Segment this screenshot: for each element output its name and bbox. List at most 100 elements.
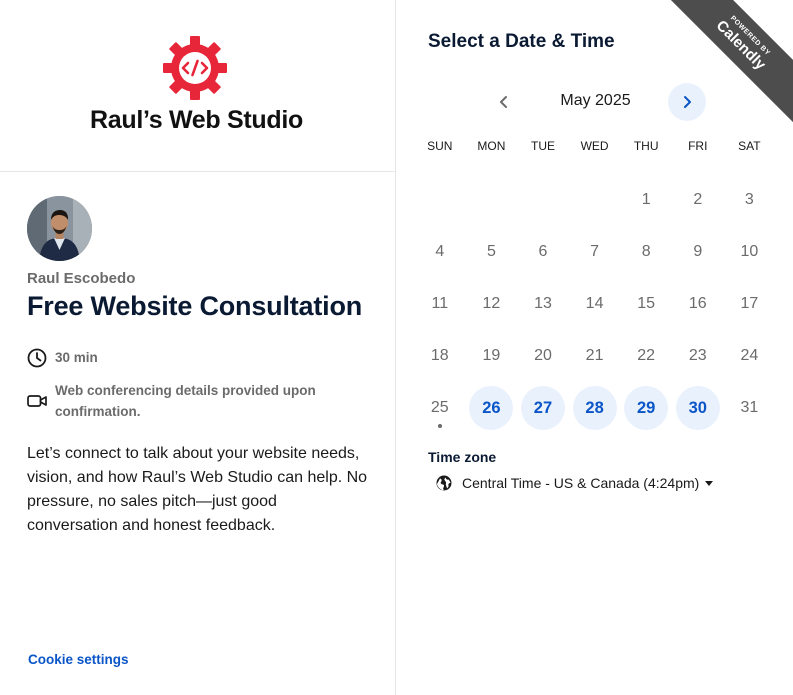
day-number: 27 [520,386,565,430]
day-number: 8 [641,243,651,260]
avatar [27,196,92,261]
day-number: 15 [637,295,656,312]
calendar-day: 5 [466,226,518,278]
calendar-day: 3 [724,174,776,226]
calendar-day: 21 [569,330,621,382]
calendar-week-row: 1 2 3 [414,174,775,226]
weekday-label: MON [477,139,506,153]
calendar-empty-cell [414,174,466,226]
calendar-day: 19 [466,330,518,382]
weekday-label: TUE [530,139,555,153]
day-number: 1 [641,191,651,208]
day-number: 28 [572,386,617,430]
calendar-day: 1 [620,174,672,226]
day-number: 9 [693,243,703,260]
calendar-day: 13 [517,278,569,330]
calendar-day: 25 [414,382,466,434]
day-number: 18 [430,347,449,364]
calendar-empty-cell [569,174,621,226]
calendar-day: 15 [620,278,672,330]
calendar-day: 24 [724,330,776,382]
clock-icon [27,348,47,368]
weekday-label: SUN [427,139,453,153]
calendar-day: 8 [620,226,672,278]
location-text: Web conferencing details provided upon c… [55,383,316,419]
calendar-day: 7 [569,226,621,278]
day-number: 29 [624,386,669,430]
day-number: 30 [675,386,720,430]
available-day-button[interactable]: 29 [620,382,672,434]
calendar-day: 23 [672,330,724,382]
day-number: 19 [482,347,501,364]
brand-name: Raul’s Web Studio [90,106,303,134]
gear-code-icon [163,36,227,100]
cookie-settings-link[interactable]: Cookie settings [28,652,129,667]
calendar-empty-cell [466,174,518,226]
event-title: Free Website Consultation [27,291,363,321]
available-day-button[interactable]: 27 [517,382,569,434]
calendar-day: 20 [517,330,569,382]
weekday-label: FRI [688,139,708,153]
calendar-grid: SUN MON TUE WED THU FRI SAT 1 2 3 4 5 6 7 8 9 10 1… [414,139,775,434]
calendar-day: 17 [724,278,776,330]
day-number: 2 [693,191,703,208]
day-number: 16 [688,295,707,312]
day-number: 21 [585,347,604,364]
calendar-day: 2 [672,174,724,226]
day-number: 23 [688,347,707,364]
day-number: 11 [431,295,449,312]
calendar-week-row: 4 5 6 7 8 9 10 [414,226,775,278]
calendar-day: 9 [672,226,724,278]
day-number: 6 [538,243,548,260]
day-number: 10 [740,243,759,260]
month-navigation: May 2025 [396,83,793,121]
day-number: 20 [534,347,552,364]
calendar-empty-cell [517,174,569,226]
calendar-day: 10 [724,226,776,278]
globe-icon [436,475,452,491]
calendar-week-row: 11 12 13 14 15 16 17 [414,278,775,330]
day-number: 7 [590,243,600,260]
day-number: 4 [435,243,445,260]
duration-text: 30 min [55,350,98,365]
calendar-day: 11 [414,278,466,330]
weekday-label: THU [633,139,659,153]
available-day-button[interactable]: 30 [672,382,724,434]
previous-month-button[interactable] [485,83,523,121]
calendar-day: 14 [569,278,621,330]
current-month: May 2025 [560,92,631,109]
calendar-day: 18 [414,330,466,382]
calendar-day: 31 [724,382,776,434]
chevron-right-icon [684,96,691,108]
calendar-day: 22 [620,330,672,382]
next-month-button[interactable] [668,83,706,121]
event-details-panel: Raul’s Web Studio Raul Escobedo Free Web… [0,0,396,695]
day-number: 13 [534,295,552,312]
chevron-left-icon [500,96,507,108]
host-photo [27,196,92,261]
day-number: 17 [740,295,759,312]
calendar-day: 12 [466,278,518,330]
timezone-label: Time zone [428,449,497,465]
duration-row: 30 min [27,348,98,368]
day-number: 26 [469,386,514,430]
day-number: 5 [486,243,496,260]
day-number: 12 [482,295,501,312]
available-day-button[interactable]: 28 [569,382,621,434]
timezone-value: Central Time - US & Canada (4:24pm) [462,475,700,491]
available-day-button[interactable]: 26 [466,382,518,434]
logo-area: Raul’s Web Studio [0,0,395,172]
calendar-weeks: 1 2 3 4 5 6 7 8 9 10 11 12 13 14 15 16 17 18 19 20 21 22 23 24 2… [414,174,775,434]
weekday-header: SUN MON TUE WED THU FRI SAT [414,139,775,153]
caret-down-icon [705,480,714,486]
timezone-select[interactable]: Central Time - US & Canada (4:24pm) [436,475,714,491]
scheduler-panel: Select a Date & Time May 2025 SUN MON TU… [396,0,793,695]
calendar-day: 4 [414,226,466,278]
calendar-day: 16 [672,278,724,330]
video-camera-icon [27,395,47,407]
host-name: Raul Escobedo [27,270,136,287]
calendar-week-row: 25 26 27 28 29 30 31 [414,382,775,434]
day-number: 14 [585,295,604,312]
day-number: 22 [637,347,656,364]
calendar-day: 6 [517,226,569,278]
